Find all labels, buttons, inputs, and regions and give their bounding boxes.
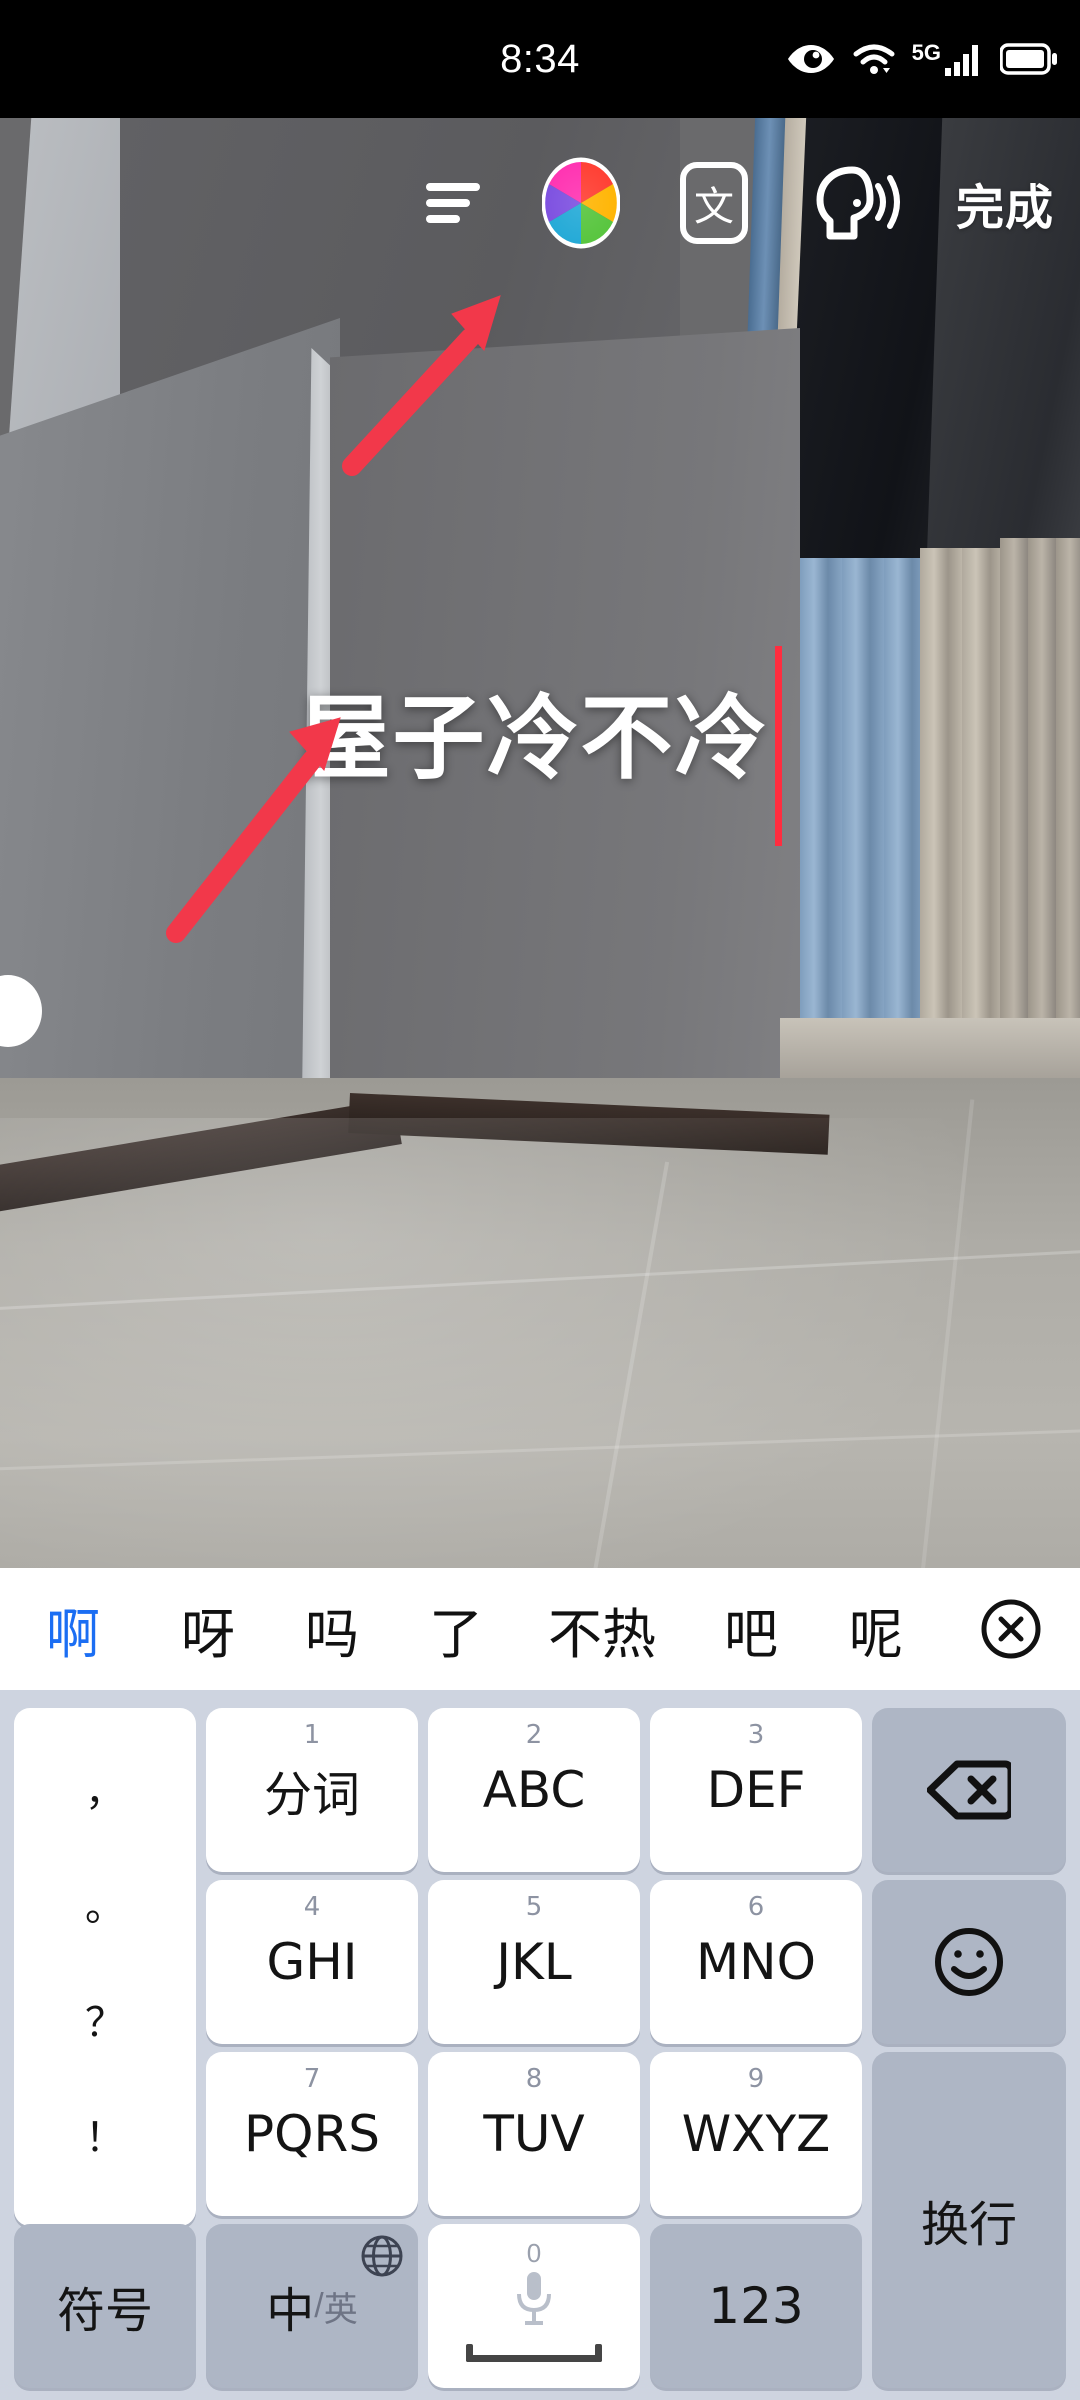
candidate-3[interactable]: 了 bbox=[394, 1590, 518, 1669]
read-aloud-button[interactable] bbox=[808, 160, 904, 246]
punct-exclaim: ！ bbox=[85, 2115, 125, 2162]
key-8-number: 8 bbox=[525, 2064, 543, 2094]
space-key[interactable]: 0 bbox=[428, 2224, 640, 2388]
key-3-def[interactable]: 3 DEF bbox=[650, 1708, 862, 1872]
phone-screen: 文 完成 屋子冷不冷 啊 呀 吗 了 不热 吧 呢 ， 。 ？ ！ 1 分词 2… bbox=[0, 0, 1080, 2400]
numeric-key[interactable]: 123 bbox=[650, 2224, 862, 2388]
color-wheel-icon bbox=[541, 157, 620, 249]
candidate-1[interactable]: 呀 bbox=[146, 1590, 270, 1669]
photo-window-ledge bbox=[780, 1018, 1080, 1078]
punct-comma: ， bbox=[85, 1768, 125, 1815]
key-7-number: 7 bbox=[303, 2064, 321, 2094]
punctuation-key[interactable]: ， 。 ？ ！ bbox=[14, 1708, 196, 2226]
key-6-label: MNO bbox=[696, 1933, 816, 1991]
enter-key[interactable]: 换行 bbox=[872, 2052, 1066, 2388]
network-type-label: 5G bbox=[911, 40, 941, 65]
symbols-key[interactable]: 符号 bbox=[14, 2224, 196, 2388]
ime-candidate-bar: 啊 呀 吗 了 不热 吧 呢 bbox=[0, 1568, 1080, 1690]
candidate-0[interactable]: 啊 bbox=[0, 1590, 146, 1669]
key-1-label: 分词 bbox=[263, 1767, 360, 1823]
text-style-button[interactable]: 文 bbox=[678, 160, 750, 246]
numeric-key-label: 123 bbox=[708, 2277, 804, 2335]
key-9-wxyz[interactable]: 9 WXYZ bbox=[650, 2052, 862, 2216]
key-1-number: 1 bbox=[303, 1720, 321, 1750]
status-bar: 8:34 5G bbox=[0, 0, 1080, 118]
photo-floor-highlight bbox=[0, 1118, 1080, 1568]
photo-editor-canvas[interactable] bbox=[0, 118, 1080, 1568]
symbols-key-label: 符号 bbox=[56, 2283, 153, 2339]
language-switch-key[interactable]: 中 / 英 bbox=[206, 2224, 418, 2388]
color-picker-button[interactable] bbox=[541, 157, 620, 249]
text-to-speech-icon bbox=[816, 166, 900, 240]
text-style-icon: 文 bbox=[679, 162, 748, 244]
candidate-6[interactable]: 呢 bbox=[816, 1590, 936, 1669]
key-7-pqrs[interactable]: 7 PQRS bbox=[206, 2052, 418, 2216]
close-circle-icon bbox=[981, 1599, 1041, 1659]
text-caret bbox=[774, 646, 782, 846]
lang-sep-label: / bbox=[314, 2286, 324, 2325]
align-icon bbox=[425, 183, 480, 223]
key-2-number: 2 bbox=[525, 1720, 543, 1750]
signal-bars-icon bbox=[945, 45, 978, 76]
key-5-jkl[interactable]: 5 JKL bbox=[428, 1880, 640, 2044]
key-8-tuv[interactable]: 8 TUV bbox=[428, 2052, 640, 2216]
key-4-number: 4 bbox=[303, 1892, 321, 1922]
key-8-label: TUV bbox=[483, 2105, 585, 2163]
emoji-icon bbox=[935, 1928, 1003, 1996]
punct-question: ？ bbox=[85, 1999, 125, 2046]
close-candidates-button[interactable] bbox=[978, 1596, 1044, 1662]
punct-period: 。 bbox=[85, 1884, 125, 1931]
globe-icon bbox=[360, 2234, 404, 2283]
eye-care-icon bbox=[787, 45, 834, 73]
key-4-ghi[interactable]: 4 GHI bbox=[206, 1880, 418, 2044]
t9-keyboard: ， 。 ？ ！ 1 分词 2 ABC 3 DEF 4 GHI 5 JKL 6 M… bbox=[0, 1690, 1080, 2400]
battery-icon bbox=[1000, 43, 1057, 75]
align-button[interactable] bbox=[422, 179, 484, 227]
space-bar-glyph bbox=[466, 2344, 602, 2362]
lang-cn-label: 中 bbox=[266, 2285, 315, 2338]
microphone-icon bbox=[428, 2268, 640, 2330]
backspace-key[interactable] bbox=[872, 1708, 1066, 1872]
key-5-number: 5 bbox=[525, 1892, 543, 1922]
done-button[interactable]: 完成 bbox=[956, 168, 1054, 238]
key-2-abc[interactable]: 2 ABC bbox=[428, 1708, 640, 1872]
backspace-icon bbox=[927, 1760, 1011, 1820]
status-icons: 5G bbox=[786, 0, 1058, 118]
key-9-label: WXYZ bbox=[681, 2105, 831, 2163]
key-6-mno[interactable]: 6 MNO bbox=[650, 1880, 862, 2044]
text-style-glyph: 文 bbox=[694, 184, 734, 230]
text-overlay-container[interactable]: 屋子冷不冷 bbox=[0, 640, 1080, 846]
key-7-label: PQRS bbox=[244, 2105, 380, 2163]
space-zero-label: 0 bbox=[526, 2238, 542, 2268]
candidate-4[interactable]: 不热 bbox=[518, 1590, 686, 1669]
wifi-icon bbox=[853, 44, 895, 74]
editor-toolbar: 文 完成 bbox=[0, 118, 1080, 288]
key-1-fenci[interactable]: 1 分词 bbox=[206, 1708, 418, 1872]
lang-en-label: 英 bbox=[323, 2290, 358, 2329]
key-9-number: 9 bbox=[747, 2064, 765, 2094]
candidate-2[interactable]: 吗 bbox=[270, 1590, 394, 1669]
candidate-5[interactable]: 吧 bbox=[686, 1590, 816, 1669]
key-3-label: DEF bbox=[706, 1761, 806, 1819]
overlay-text[interactable]: 屋子冷不冷 bbox=[298, 688, 768, 791]
key-2-label: ABC bbox=[482, 1761, 586, 1819]
key-6-number: 6 bbox=[747, 1892, 765, 1922]
key-3-number: 3 bbox=[747, 1720, 765, 1750]
key-4-label: GHI bbox=[266, 1933, 358, 1991]
enter-key-label: 换行 bbox=[920, 2197, 1017, 2253]
emoji-key[interactable] bbox=[872, 1880, 1066, 2044]
key-5-label: JKL bbox=[496, 1933, 572, 1991]
